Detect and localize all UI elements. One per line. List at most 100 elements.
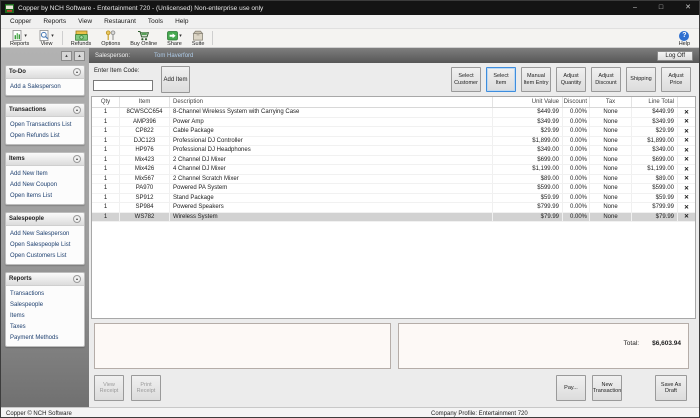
chevron-up-icon[interactable]: ▴ (73, 106, 81, 114)
column-header[interactable]: Item (120, 97, 170, 107)
delete-item-icon[interactable]: ✕ (678, 213, 695, 222)
menu-item-restaurant[interactable]: Restaurant (98, 15, 142, 28)
cell-discount: 0.00% (563, 127, 590, 136)
delete-item-icon[interactable]: ✕ (678, 194, 695, 203)
chevron-up-icon[interactable]: ▴ (73, 68, 81, 76)
sidebar-section-header[interactable]: To-Do ▴ (6, 66, 84, 79)
delete-item-icon[interactable]: ✕ (678, 165, 695, 174)
table-row[interactable]: 1 Mix567 2 Channel Scratch Mixer $89.00 0.00… (92, 174, 695, 184)
action-button[interactable]: Adjust Discount (591, 67, 621, 92)
delete-item-icon[interactable]: ✕ (678, 137, 695, 146)
column-header[interactable]: Qty (92, 97, 120, 107)
sidebar-link[interactable]: Open Transactions List (6, 119, 84, 130)
table-row[interactable]: 1 Mix423 2 Channel DJ Mixer $699.00 0.00% Non… (92, 155, 695, 165)
table-row[interactable]: 1 Mix426 4 Channel DJ Mixer $1,199.00 0.00% N… (92, 165, 695, 175)
sidebar-link[interactable]: Add New Item (6, 168, 84, 179)
sidebar-link[interactable]: Transactions (6, 288, 84, 299)
action-button[interactable]: Manual Item Entry (521, 67, 551, 92)
add-item-button[interactable]: Add Item (161, 66, 190, 93)
view-receipt-button[interactable]: View Receipt (94, 375, 124, 401)
sidebar-link[interactable]: Salespeople (6, 299, 84, 310)
panel-scroll-up-button[interactable]: ▴ (74, 50, 85, 61)
sidebar-link[interactable]: Open Salespeople List (6, 239, 84, 250)
print-receipt-button[interactable]: Print Receipt (131, 375, 161, 401)
chevron-up-icon[interactable]: ▴ (73, 275, 81, 283)
shopping-cart-icon (138, 31, 150, 41)
maximize-button[interactable]: □ (659, 2, 663, 14)
toolbar-buyonline-button[interactable]: Buy Online (125, 29, 162, 47)
cell-item: Mix426 (120, 165, 170, 174)
sidebar-link[interactable]: Open Customers List (6, 250, 84, 261)
table-row[interactable]: 1 8CWSCC654 8-Channel Wireless System with… (92, 108, 695, 118)
log-off-button[interactable]: Log Off (657, 50, 693, 61)
table-row[interactable]: 1 HP976 Professional DJ Headphones $349.00 0… (92, 146, 695, 156)
sidebar-link[interactable]: Open Items List (6, 190, 84, 201)
table-row[interactable]: 1 DJC123 Professional DJ Controller $1,899.… (92, 136, 695, 146)
delete-item-icon[interactable]: ✕ (678, 156, 695, 165)
table-row[interactable]: 1 CP822 Cable Package $29.99 0.00% None $29.99… (92, 127, 695, 137)
menu-item-tools[interactable]: Tools (142, 15, 169, 28)
sidebar-section-header[interactable]: Items ▴ (6, 153, 84, 166)
column-header[interactable]: Unit Value (493, 97, 563, 107)
delete-item-icon[interactable]: ✕ (678, 127, 695, 136)
sidebar-section-header[interactable]: Transactions ▴ (6, 104, 84, 117)
menu-item-copper[interactable]: Copper (4, 15, 37, 28)
sidebar-link[interactable]: Taxes (6, 321, 84, 332)
delete-item-icon[interactable]: ✕ (678, 203, 695, 212)
toolbar-suite-button[interactable]: Suite (187, 29, 210, 47)
toolbar-help-button[interactable]: ? Help (674, 29, 695, 47)
panel-scroll-up-button[interactable]: ▴ (61, 50, 72, 61)
toolbar-options-button[interactable]: Options (96, 29, 125, 47)
action-button[interactable]: Adjust Quantity (556, 67, 586, 92)
sidebar-link[interactable]: Add New Coupon (6, 179, 84, 190)
menu-item-view[interactable]: View (72, 15, 98, 28)
sidebar-link[interactable]: Add New Salesperson (6, 228, 84, 239)
delete-item-icon[interactable]: ✕ (678, 118, 695, 127)
menu-bar: Copper Reports View Restaurant Tools Help (1, 15, 699, 29)
toolbar-refunds-button[interactable]: Refunds (66, 29, 97, 47)
chevron-up-icon[interactable]: ▴ (73, 215, 81, 223)
sidebar-sections: To-Do ▴ Add a Salesperson Transactions ▴ Open… (1, 63, 89, 354)
sidebar-section-header[interactable]: Salespeople ▴ (6, 213, 84, 226)
column-header[interactable]: Line Total (632, 97, 678, 107)
menu-item-reports[interactable]: Reports (37, 15, 72, 28)
sidebar-link[interactable]: Items (6, 310, 84, 321)
toolbar-share-button[interactable]: ▾ Share (162, 29, 187, 47)
pay-button[interactable]: Pay... (556, 375, 586, 401)
table-row[interactable]: 1 WS782 Wireless System $79.99 0.00% None $79.… (92, 212, 695, 222)
delete-item-icon[interactable]: ✕ (678, 108, 695, 117)
cell-unit_value: $799.99 (493, 203, 563, 212)
action-button[interactable]: Select Item (486, 67, 516, 92)
column-header[interactable]: Description (170, 97, 493, 107)
minimize-button[interactable]: – (633, 2, 637, 14)
toolbar-view-button[interactable]: ▾ View (34, 29, 59, 47)
title-bar: Copper by NCH Software - Entertainment 7… (1, 1, 699, 15)
cell-tax: None (590, 155, 632, 164)
cell-description: Powered PA System (170, 184, 493, 193)
delete-item-icon[interactable]: ✕ (678, 175, 695, 184)
sidebar-section-header[interactable]: Reports ▴ (6, 273, 84, 286)
action-button[interactable]: Shipping (626, 67, 656, 92)
sidebar-link[interactable]: Open Refunds List (6, 130, 84, 141)
action-button[interactable]: Adjust Price (661, 67, 691, 92)
toolbar-reports-button[interactable]: ▾ Reports (5, 29, 34, 47)
table-row[interactable]: 1 PA970 Powered PA System $599.00 0.00% None $… (92, 184, 695, 194)
sidebar-link[interactable]: Add a Salesperson (6, 81, 84, 92)
action-button[interactable]: Select Customer (451, 67, 481, 92)
salesperson-name[interactable]: Tom Haverford (154, 53, 193, 59)
table-row[interactable]: 1 AMP396 Power Amp $349.99 0.00% None $349.99 ✕ (92, 117, 695, 127)
delete-item-icon[interactable]: ✕ (678, 184, 695, 193)
column-header[interactable]: Discount (563, 97, 590, 107)
item-code-input[interactable] (93, 80, 153, 91)
chevron-up-icon[interactable]: ▴ (73, 155, 81, 163)
close-button[interactable]: ✕ (685, 2, 691, 14)
delete-item-icon[interactable]: ✕ (678, 146, 695, 155)
table-row[interactable]: 1 SP984 Powered Speakers $799.99 0.00% None $7… (92, 203, 695, 213)
new-transaction-button[interactable]: New Transaction (592, 375, 622, 401)
cell-qty: 1 (92, 127, 120, 136)
column-header[interactable]: Tax (590, 97, 632, 107)
save-as-draft-button[interactable]: Save As Draft (655, 375, 687, 401)
menu-item-help[interactable]: Help (169, 15, 194, 28)
table-row[interactable]: 1 SP912 Stand Package $59.99 0.00% None $59.99… (92, 193, 695, 203)
sidebar-link[interactable]: Payment Methods (6, 332, 84, 343)
